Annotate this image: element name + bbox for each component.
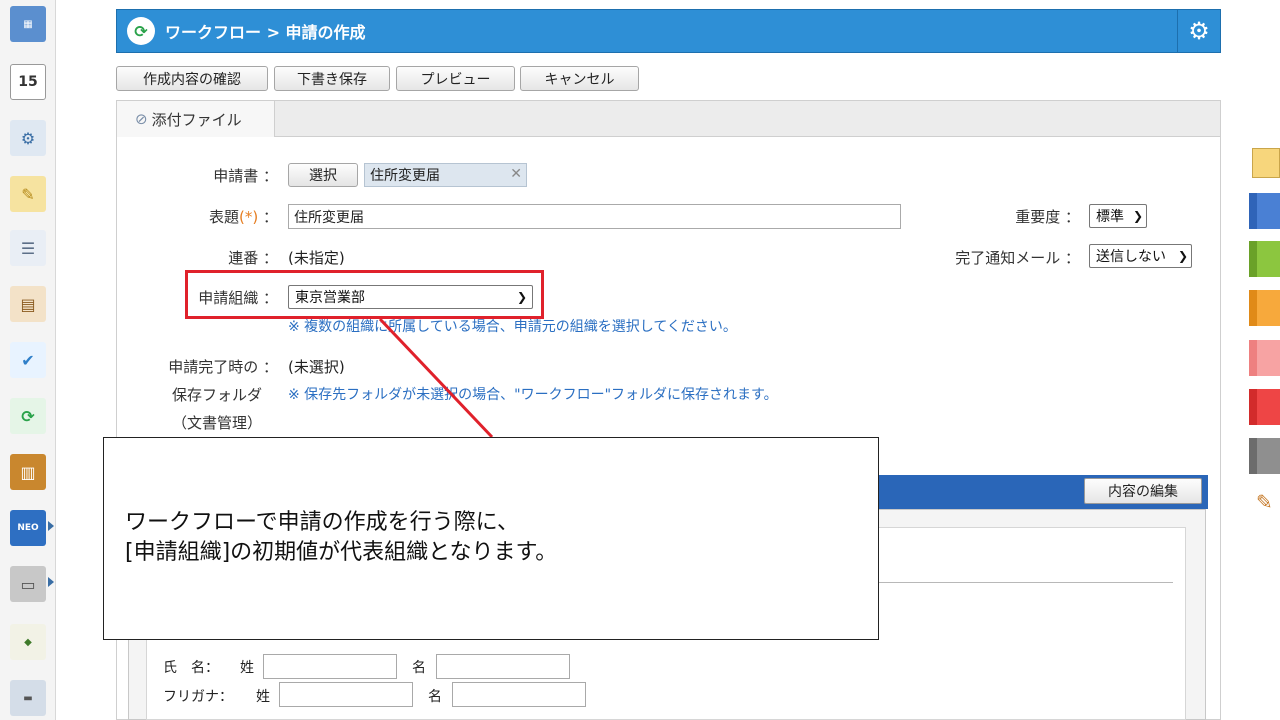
kana-last-name-label: 姓 bbox=[256, 689, 270, 705]
content-divider bbox=[870, 582, 1173, 583]
sticky-note-icon[interactable] bbox=[1252, 148, 1280, 178]
color-swatch-pink[interactable] bbox=[1249, 340, 1280, 376]
color-swatch-green[interactable] bbox=[1249, 241, 1280, 277]
workflow-create-screen: ▦ 15 ⚙ ✎ ☰ ▤ ✔ ⟳ ▥ NEO ▭ ◆ ▬ ⟳ ワークフロー > … bbox=[0, 0, 1280, 720]
callout-text: ワークフローで申請の作成を行う際に、 [申請組織]の初期値が代表組織となります。 bbox=[125, 508, 557, 568]
first-name-label: 名 bbox=[412, 660, 426, 676]
color-swatch-red[interactable] bbox=[1249, 389, 1280, 425]
callout-line-1: ワークフローで申請の作成を行う際に、 bbox=[125, 510, 520, 535]
color-swatch-gray[interactable] bbox=[1249, 438, 1280, 474]
pencil-icon[interactable]: ✎ bbox=[1256, 490, 1273, 514]
kana-first-name-label: 名 bbox=[428, 689, 442, 705]
name-label: 氏 名： bbox=[163, 660, 219, 676]
explanation-callout: ワークフローで申請の作成を行う際に、 [申請組織]の初期値が代表組織となります。 bbox=[103, 437, 879, 640]
edit-content-button[interactable]: 内容の編集 bbox=[1084, 478, 1202, 504]
kana-label: フリガナ： bbox=[163, 689, 233, 705]
color-swatch-orange[interactable] bbox=[1249, 290, 1280, 326]
last-name-label: 姓 bbox=[240, 660, 254, 676]
last-name-input[interactable] bbox=[263, 654, 397, 679]
callout-line-2: [申請組織]の初期値が代表組織となります。 bbox=[125, 540, 558, 565]
color-swatch-blue[interactable] bbox=[1249, 193, 1280, 229]
kana-first-name-input[interactable] bbox=[452, 682, 586, 707]
first-name-input[interactable] bbox=[436, 654, 570, 679]
kana-last-name-input[interactable] bbox=[279, 682, 413, 707]
